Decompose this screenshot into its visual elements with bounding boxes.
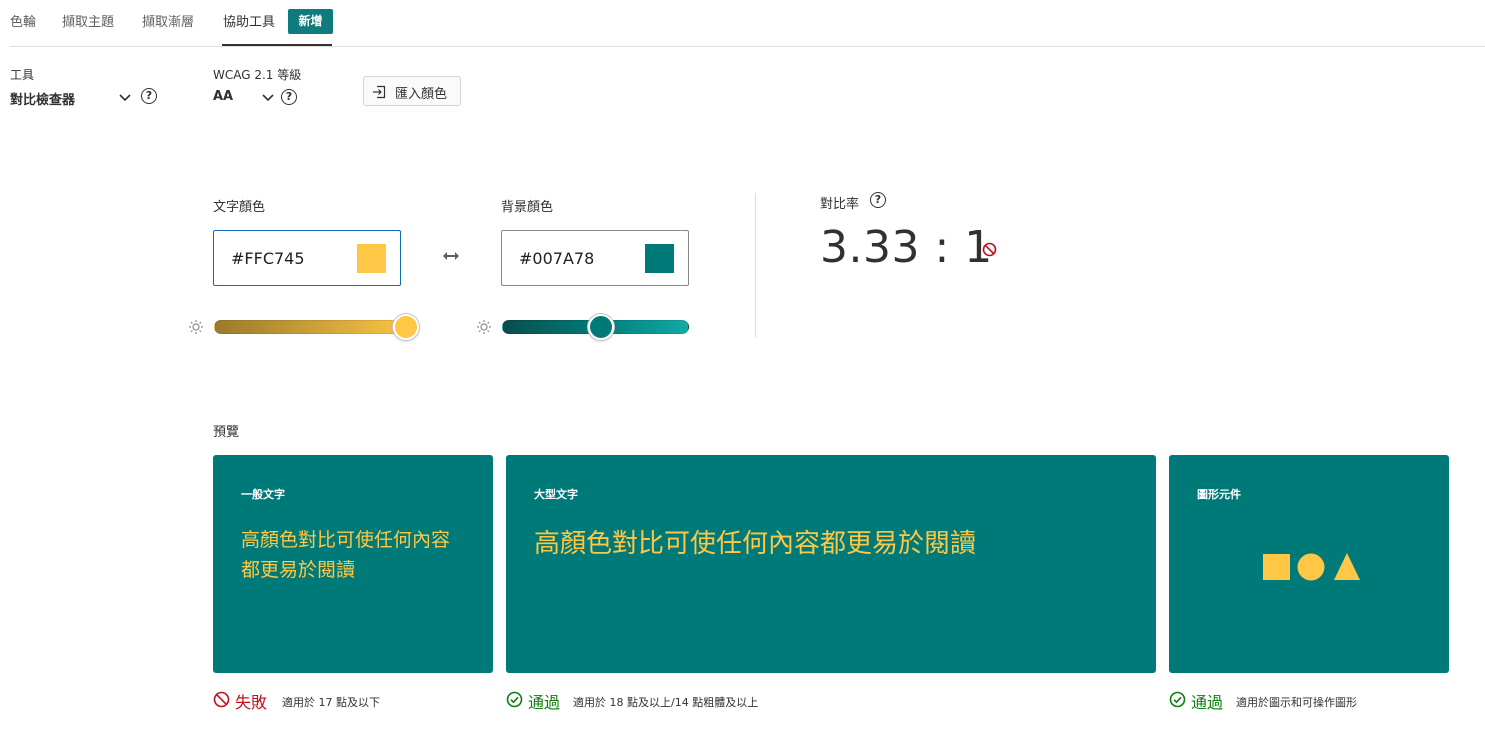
tab-extract-gradient[interactable]: 擷取漸層 — [142, 13, 194, 33]
result-normal-text: 失敗 適用於 17 點及以下 — [213, 689, 493, 712]
import-colors-label: 匯入顏色 — [395, 87, 448, 102]
result-description: 適用於 18 點及以上/14 點粗體及以上 — [573, 696, 759, 709]
import-colors-button[interactable]: 匯入顏色 — [363, 76, 461, 106]
brightness-icon — [477, 320, 491, 334]
brightness-icon — [189, 320, 203, 334]
tool-select[interactable]: 對比檢查器 — [10, 89, 75, 108]
help-icon[interactable]: ? — [870, 192, 886, 208]
import-icon — [373, 85, 386, 99]
background-color-hex[interactable]: #007A78 — [519, 249, 594, 268]
result-large-text: 通過 適用於 18 點及以上/14 點粗體及以上 — [506, 689, 1156, 712]
wcag-label: WCAG 2.1 等級 — [213, 68, 302, 82]
text-color-field[interactable]: #FFC745 — [213, 230, 401, 286]
result-description: 適用於圖示和可操作圖形 — [1236, 696, 1357, 709]
result-description: 適用於 17 點及以下 — [282, 696, 380, 709]
tab-extract-theme[interactable]: 擷取主題 — [62, 13, 114, 33]
background-color-swatch[interactable] — [645, 244, 674, 273]
result-status: 通過 — [1191, 693, 1224, 712]
check-circle-icon — [506, 691, 523, 708]
preview-card-normal-text: 一般文字 高顏色對比可使任何內容都更易於閱讀 — [213, 455, 493, 673]
check-circle-icon — [1169, 691, 1186, 708]
blocked-icon — [982, 242, 997, 257]
tool-label: 工具 — [10, 68, 35, 82]
chevron-down-icon[interactable] — [261, 90, 275, 104]
square-shape — [1263, 554, 1290, 580]
graphic-shapes — [1263, 553, 1360, 581]
tab-accessibility[interactable]: 協助工具 — [223, 13, 275, 33]
card-title: 一般文字 — [241, 488, 285, 501]
section-divider — [755, 193, 756, 338]
contrast-ratio-value: 3.33 : 1 — [820, 222, 993, 273]
background-color-label: 背景顏色 — [501, 200, 554, 215]
contrast-ratio-label: 對比率 — [820, 193, 859, 212]
card-title: 圖形元件 — [1197, 488, 1241, 501]
chevron-down-icon[interactable] — [118, 90, 132, 104]
card-title: 大型文字 — [534, 488, 578, 501]
preview-card-graphics: 圖形元件 — [1169, 455, 1449, 673]
preview-card-large-text: 大型文字 高顏色對比可使任何內容都更易於閱讀 — [506, 455, 1156, 673]
tab-color-wheel[interactable]: 色輪 — [10, 13, 36, 33]
circle-shape — [1297, 553, 1325, 581]
card-sample-text: 高顏色對比可使任何內容都更易於閱讀 — [241, 529, 451, 581]
triangle-shape — [1334, 553, 1360, 580]
active-tab-indicator — [222, 44, 332, 46]
wcag-level-select[interactable]: AA — [213, 89, 233, 104]
blocked-icon — [213, 691, 230, 708]
preview-label: 預覽 — [213, 425, 240, 440]
text-color-hex[interactable]: #FFC745 — [231, 249, 305, 268]
help-icon[interactable]: ? — [281, 89, 297, 105]
background-color-field[interactable]: #007A78 — [501, 230, 689, 286]
text-color-label: 文字顏色 — [213, 200, 266, 215]
result-status: 失敗 — [235, 693, 268, 712]
text-color-slider-thumb[interactable] — [392, 314, 419, 340]
text-color-swatch[interactable] — [357, 244, 386, 273]
card-sample-text: 高顏色對比可使任何內容都更易於閱讀 — [534, 529, 977, 559]
background-color-slider-thumb[interactable] — [588, 314, 615, 340]
text-color-slider[interactable] — [214, 320, 418, 334]
new-badge-button[interactable]: 新增 — [288, 9, 333, 34]
contrast-ratio-label-text: 對比率 — [820, 197, 860, 212]
result-status: 通過 — [528, 693, 561, 712]
swap-icon[interactable] — [441, 249, 461, 263]
help-icon[interactable]: ? — [141, 88, 157, 104]
tab-bar: 色輪 擷取主題 擷取漸層 協助工具 新增 — [10, 0, 1485, 47]
result-graphics: 通過 適用於圖示和可操作圖形 — [1169, 689, 1449, 712]
